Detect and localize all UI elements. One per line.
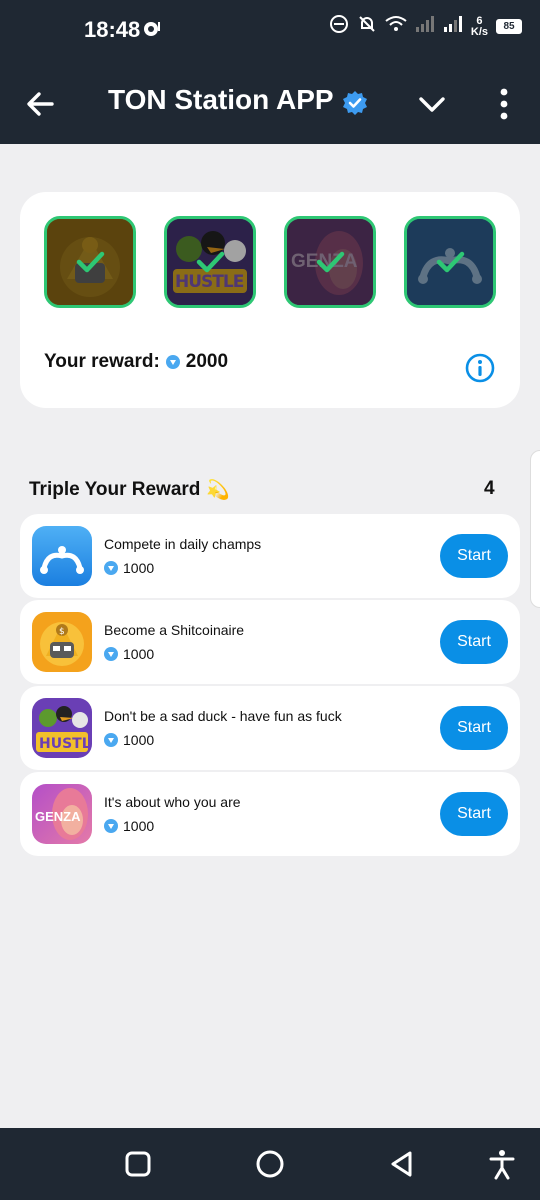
square-icon <box>125 1151 151 1177</box>
page-title: TON Station APP <box>108 84 334 115</box>
game-thumb-hustle[interactable]: HUSTLE <box>164 216 256 308</box>
game-thumb-champs[interactable] <box>404 216 496 308</box>
more-options-button[interactable] <box>490 86 518 122</box>
home-button[interactable] <box>254 1148 286 1180</box>
reward-summary: Your reward: 2000 <box>44 351 228 373</box>
game-thumb-shitcoinaire[interactable] <box>44 216 136 308</box>
side-drawer-handle[interactable] <box>530 450 540 608</box>
start-button[interactable]: Start <box>440 792 508 836</box>
task-title: Become a Shitcoinaire <box>104 622 245 638</box>
bell-off-icon <box>357 14 377 39</box>
accessibility-button[interactable] <box>486 1148 518 1180</box>
signal-icon-1 <box>415 16 435 37</box>
more-vertical-icon <box>500 88 508 120</box>
check-icon <box>436 251 465 273</box>
check-icon <box>316 251 345 273</box>
section-title: Triple Your Reward 💫 <box>29 479 231 501</box>
system-nav-bar <box>0 1128 540 1200</box>
network-speed: 6 K/s <box>470 14 488 38</box>
check-icon <box>196 251 225 273</box>
app-bar: TON Station APP <box>0 62 540 144</box>
chevron-down-button[interactable] <box>416 88 448 120</box>
info-button[interactable] <box>464 352 496 384</box>
back-arrow-icon <box>27 92 54 116</box>
battery-indicator: 85 <box>496 19 522 34</box>
ton-coin-icon <box>104 561 118 575</box>
task-row-hustle: HUSTLE Don't be a sad duck - have fun as… <box>20 686 520 770</box>
task-row-shitcoinaire: $ Become a Shitcoinaire 1000 Start <box>20 600 520 684</box>
status-bar: 18:48 6 K/s 85 <box>0 0 540 62</box>
ton-coin-icon <box>104 819 118 833</box>
signal-icon-2 <box>443 16 463 37</box>
game-thumb-genza[interactable]: GENZA <box>284 216 376 308</box>
task-count: 4 <box>484 478 495 499</box>
status-time: 18:48 <box>84 17 141 42</box>
svg-text:HUSTLE: HUSTLE <box>39 736 92 752</box>
start-button[interactable]: Start <box>440 706 508 750</box>
recents-button[interactable] <box>122 1148 154 1180</box>
notification-icon <box>142 18 162 43</box>
svg-text:$: $ <box>59 627 65 637</box>
accessibility-icon <box>489 1150 515 1180</box>
back-button[interactable] <box>22 86 58 122</box>
task-title: It's about who you are <box>104 794 241 810</box>
start-button[interactable]: Start <box>440 534 508 578</box>
info-icon <box>465 353 495 383</box>
task-reward: 1000 <box>104 646 154 662</box>
reward-card: HUSTLE GENZA Your reward: 2000 <box>20 192 520 408</box>
ton-coin-icon <box>104 733 118 747</box>
task-row-daily-champs: Compete in daily champs 1000 Start <box>20 514 520 598</box>
champs-app-icon <box>32 526 92 586</box>
chevron-down-icon <box>419 97 445 112</box>
circle-icon <box>256 1150 284 1178</box>
task-reward: 1000 <box>104 732 154 748</box>
task-reward: 1000 <box>104 818 154 834</box>
verified-badge-icon <box>342 90 368 121</box>
check-icon <box>76 251 105 273</box>
genza-app-icon: GENZA <box>32 784 92 844</box>
task-reward: 1000 <box>104 560 154 576</box>
hustle-app-icon: HUSTLE <box>32 698 92 758</box>
shitcoinaire-app-icon: $ <box>32 612 92 672</box>
dnd-icon <box>329 14 349 39</box>
task-title: Don't be a sad duck - have fun as fuck <box>104 708 342 724</box>
reward-amount: 2000 <box>185 351 229 372</box>
ton-coin-icon <box>104 647 118 661</box>
start-button[interactable]: Start <box>440 620 508 664</box>
svg-text:GENZA: GENZA <box>35 809 81 824</box>
dizzy-emoji: 💫 <box>206 480 231 501</box>
ton-coin-icon <box>165 355 180 369</box>
task-row-genza: GENZA It's about who you are 1000 Start <box>20 772 520 856</box>
triangle-back-icon <box>391 1151 412 1177</box>
wifi-icon <box>385 15 407 38</box>
task-title: Compete in daily champs <box>104 536 262 552</box>
reward-label: Your reward: <box>44 351 160 372</box>
back-nav-button[interactable] <box>386 1148 418 1180</box>
